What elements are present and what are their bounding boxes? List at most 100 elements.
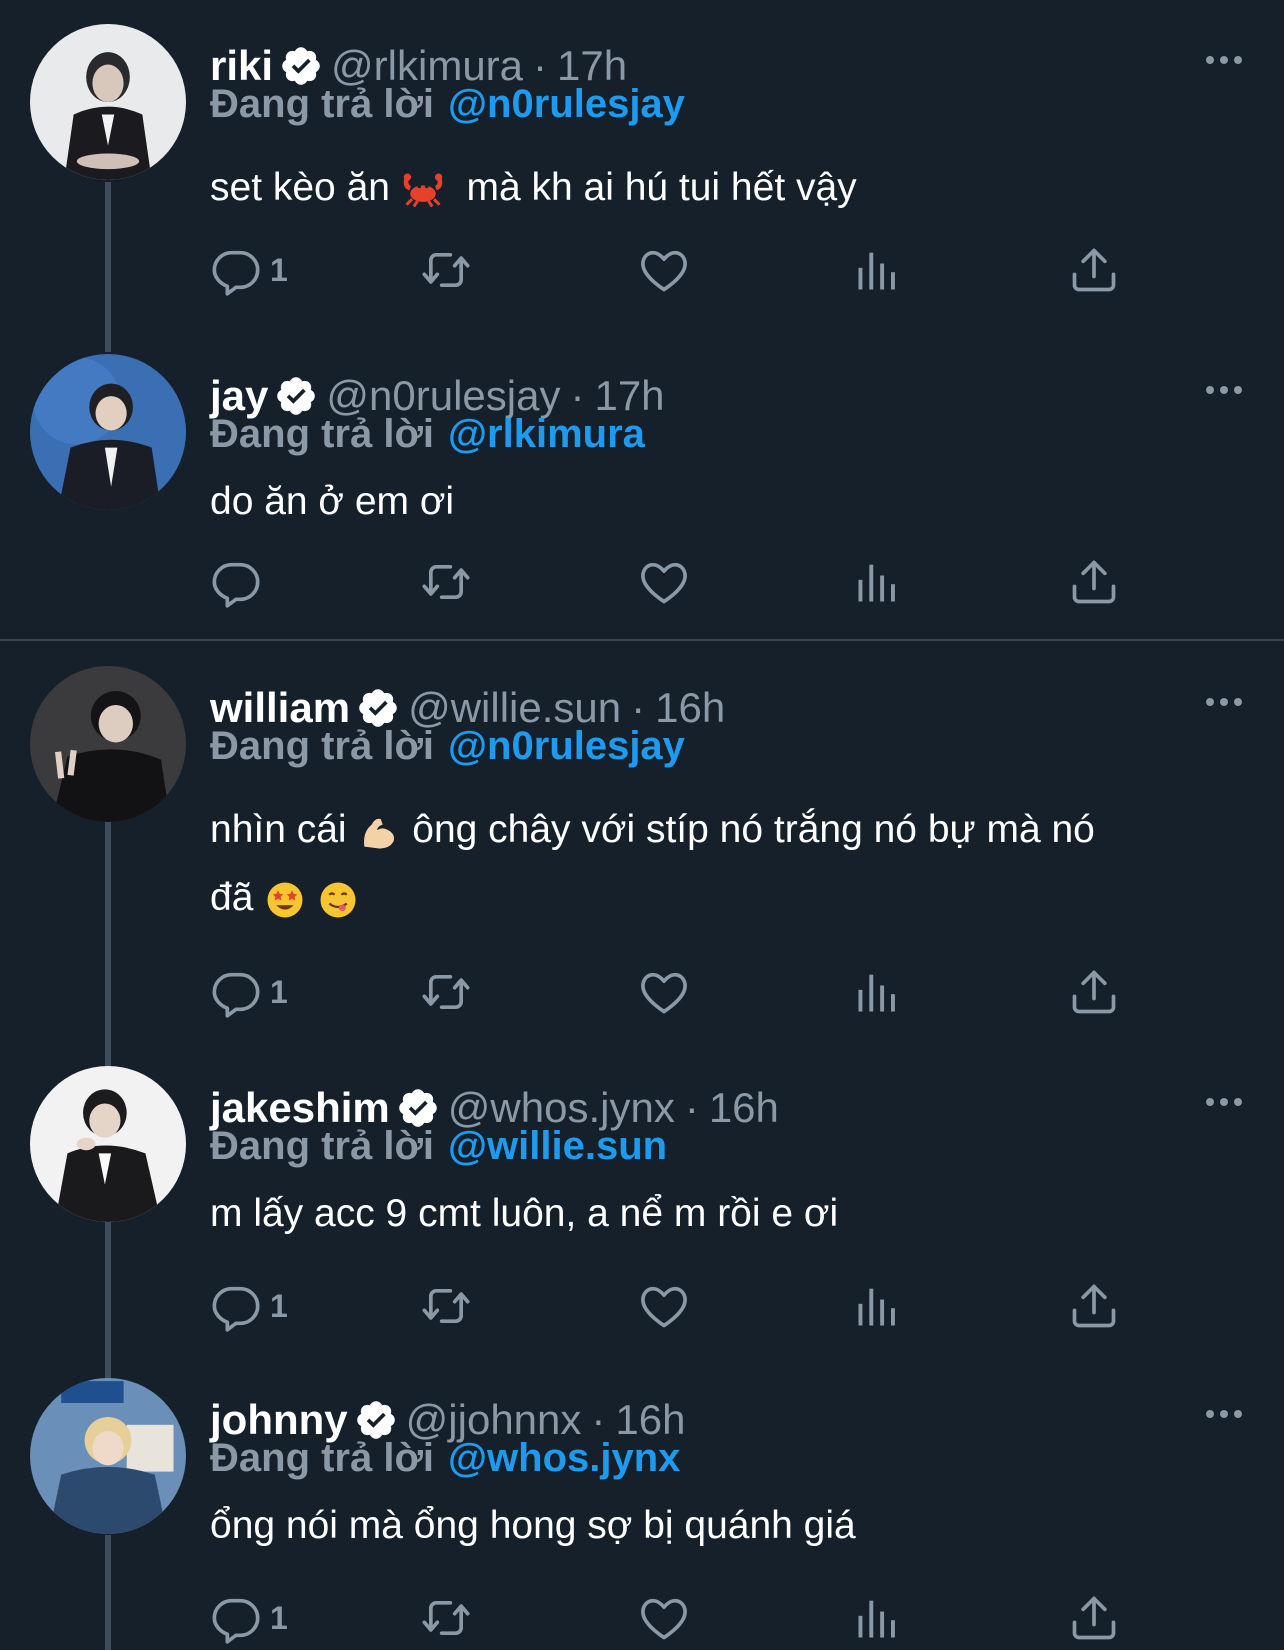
- replying-to-label: Đang trả lời: [210, 412, 435, 456]
- replying-to-label: Đang trả lời: [210, 1124, 435, 1168]
- retweet-icon: [420, 966, 472, 1018]
- tweet-text: nhìn cái ông chây với stíp nó trắng nó b…: [210, 796, 1250, 932]
- like-icon: [638, 1280, 690, 1332]
- tweet-text-part: ông chây với stíp nó trắng nó bự mà nó: [401, 808, 1095, 851]
- reply-icon: [210, 1280, 262, 1332]
- retweet-icon: [420, 1280, 472, 1332]
- avatar[interactable]: [30, 354, 186, 510]
- like-button[interactable]: [638, 242, 690, 298]
- share-icon: [1068, 244, 1120, 296]
- like-button[interactable]: [638, 964, 690, 1020]
- tweet-actions: 1: [210, 964, 1130, 1024]
- reply-to-link[interactable]: @willie.sun: [448, 1124, 667, 1168]
- reply-button[interactable]: 1: [210, 1590, 288, 1646]
- views-button[interactable]: [852, 964, 904, 1020]
- reply-count: 1: [270, 973, 288, 1010]
- views-icon: [852, 244, 904, 296]
- reply-button[interactable]: 1: [210, 1278, 288, 1334]
- retweet-button[interactable]: [420, 554, 472, 610]
- reply-to-link[interactable]: @whos.jynx: [448, 1436, 680, 1480]
- tweet[interactable]: jay @n0rulesjay · 17h Đang trả lời @rlkim…: [0, 354, 1284, 634]
- share-button[interactable]: [1068, 554, 1120, 610]
- reply-icon: [210, 966, 262, 1018]
- replying-to-label: Đang trả lời: [210, 1436, 435, 1480]
- views-button[interactable]: [852, 1278, 904, 1334]
- avatar[interactable]: [30, 24, 186, 180]
- views-icon: [852, 1592, 904, 1644]
- tweet[interactable]: jakeshim @whos.jynx · 16h Đang trả lời @w…: [0, 1066, 1284, 1366]
- tweet-actions: 1: [210, 242, 1130, 302]
- tweet-text-part: đã: [210, 876, 265, 919]
- more-icon[interactable]: [1204, 384, 1244, 396]
- share-icon: [1068, 556, 1120, 608]
- tweet-text-part: mà kh ai hú tui hết vậy: [444, 166, 857, 209]
- retweet-icon: [420, 244, 472, 296]
- tweet-actions: [210, 554, 1130, 614]
- reply-to-link[interactable]: @n0rulesjay: [448, 724, 685, 768]
- reply-button[interactable]: 1: [210, 964, 288, 1020]
- views-button[interactable]: [852, 1590, 904, 1646]
- crab-emoji-icon: [403, 173, 443, 208]
- views-icon: [852, 1280, 904, 1332]
- retweet-button[interactable]: [420, 1278, 472, 1334]
- yum-face-emoji-icon: [320, 882, 356, 918]
- like-button[interactable]: [638, 554, 690, 610]
- more-icon[interactable]: [1204, 1096, 1244, 1108]
- star-struck-emoji-icon: [267, 882, 303, 918]
- reply-count: 1: [270, 1599, 288, 1636]
- views-button[interactable]: [852, 554, 904, 610]
- like-icon: [638, 244, 690, 296]
- avatar[interactable]: [30, 1066, 186, 1222]
- tweet[interactable]: johnny @jjohnnx · 16h Đang trả lời @whos.…: [0, 1378, 1284, 1650]
- share-button[interactable]: [1068, 964, 1120, 1020]
- avatar[interactable]: [30, 1378, 186, 1534]
- replying-to-label: Đang trả lời: [210, 724, 435, 768]
- share-icon: [1068, 1592, 1120, 1644]
- share-button[interactable]: [1068, 242, 1120, 298]
- like-icon: [638, 556, 690, 608]
- tweet[interactable]: william @willie.sun · 16h Đang trả lời @n…: [0, 666, 1284, 1036]
- flexed-biceps-emoji-icon: [364, 818, 395, 849]
- tweet[interactable]: riki @rlkimura · 17h Đang trả lời @n0rule…: [0, 24, 1284, 344]
- tweet-text: set kèo ăn mà kh ai hú tui hết vậy: [210, 154, 1250, 222]
- tweet-text-part: set kèo ăn: [210, 166, 401, 209]
- tweet-text: m lấy acc 9 cmt luôn, a nể m rồi e ơi: [210, 1192, 839, 1235]
- thread-divider: [0, 639, 1284, 641]
- reply-count: 1: [270, 251, 288, 288]
- separator-dot: ·: [684, 1084, 699, 1131]
- tweet-text-part: nhìn cái: [210, 808, 358, 851]
- avatar[interactable]: [30, 666, 186, 822]
- retweet-button[interactable]: [420, 964, 472, 1020]
- replying-to-label: Đang trả lời: [210, 82, 435, 126]
- retweet-icon: [420, 556, 472, 608]
- like-button[interactable]: [638, 1278, 690, 1334]
- reply-icon: [210, 1592, 262, 1644]
- share-button[interactable]: [1068, 1278, 1120, 1334]
- share-icon: [1068, 966, 1120, 1018]
- tweet-actions: 1: [210, 1590, 1130, 1650]
- retweet-icon: [420, 1592, 472, 1644]
- tweet-text: ổng nói mà ổng hong sợ bị quánh giá: [210, 1504, 856, 1547]
- views-button[interactable]: [852, 242, 904, 298]
- tweet-actions: 1: [210, 1278, 1130, 1338]
- tweet-text: do ăn ở em ơi: [210, 480, 455, 523]
- share-button[interactable]: [1068, 1590, 1120, 1646]
- more-icon[interactable]: [1204, 696, 1244, 708]
- views-icon: [852, 966, 904, 1018]
- reply-button[interactable]: [210, 554, 270, 610]
- retweet-button[interactable]: [420, 242, 472, 298]
- share-icon: [1068, 1280, 1120, 1332]
- more-icon[interactable]: [1204, 54, 1244, 66]
- reply-icon: [210, 556, 262, 608]
- reply-button[interactable]: 1: [210, 242, 288, 298]
- like-icon: [638, 1592, 690, 1644]
- views-icon: [852, 556, 904, 608]
- timestamp[interactable]: 16h: [709, 1084, 779, 1132]
- reply-count: 1: [270, 1287, 288, 1324]
- like-icon: [638, 966, 690, 1018]
- like-button[interactable]: [638, 1590, 690, 1646]
- retweet-button[interactable]: [420, 1590, 472, 1646]
- reply-to-link[interactable]: @n0rulesjay: [448, 82, 685, 126]
- more-icon[interactable]: [1204, 1408, 1244, 1420]
- reply-to-link[interactable]: @rlkimura: [448, 412, 645, 456]
